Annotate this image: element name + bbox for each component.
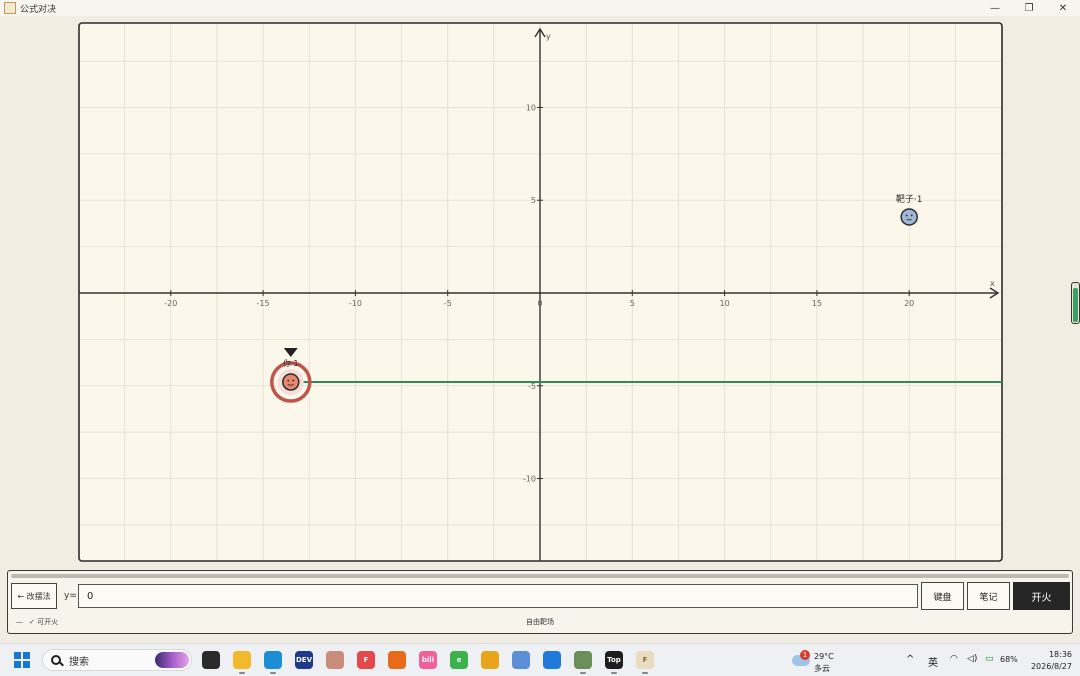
dev-home-icon[interactable]: DEV [295, 651, 313, 669]
bilibili-icon[interactable]: bili [419, 651, 437, 669]
mode-label: 自由靶场 [526, 618, 554, 626]
volume-icon[interactable]: ◁) [967, 654, 977, 664]
fire-button[interactable]: 开火 [1013, 582, 1070, 610]
coordinate-plane[interactable]: x y -20 -15 -10 -5 0 5 10 15 20 -10 -5 5 10 你·1 靶子·1 [0, 16, 1080, 568]
x-tick-label: -20 [164, 299, 177, 308]
weather-widget[interactable]: 1 29°C 多云 [792, 649, 852, 673]
battery-percent: 68% [1000, 655, 1018, 664]
avatar-app-icon[interactable] [326, 651, 344, 669]
target-eye-right [910, 214, 913, 217]
close-button[interactable]: ✕ [1046, 0, 1080, 16]
clock-time: 18:36 [1048, 650, 1072, 659]
weather-badge: 1 [800, 650, 810, 660]
app-running-indicator [580, 672, 586, 674]
game-area: x y -20 -15 -10 -5 0 5 10 15 20 -10 -5 5 10 你·1 靶子·1 [0, 16, 1080, 568]
target-eye-left [905, 214, 908, 217]
app-running-indicator [239, 672, 245, 674]
file-explorer-icon[interactable] [233, 651, 251, 669]
minimize-button[interactable]: — [978, 0, 1012, 16]
energy-gauge-fill [1073, 288, 1078, 322]
weather-temp: 29°C [814, 652, 834, 661]
taskbar: 搜索 DEV Fbili e Top F 1 29°C 多云 ^ 英 ◠ ◁) ▭ 68… [0, 643, 1080, 676]
app-running-indicator [611, 672, 617, 674]
gear-app-icon[interactable] [512, 651, 530, 669]
top-app-icon[interactable]: Top [605, 651, 623, 669]
photo-app-icon[interactable] [574, 651, 592, 669]
panel-progress-track [11, 574, 1069, 578]
target-face-icon [900, 208, 918, 226]
y-tick-label: -5 [528, 382, 536, 391]
tray-chevron-icon[interactable]: ^ [906, 654, 914, 665]
player-label: 你·1 [283, 358, 299, 368]
app-running-indicator [642, 672, 648, 674]
y-tick-label: 10 [526, 103, 536, 112]
x-tick-label: 20 [904, 299, 914, 308]
wifi-icon[interactable]: ◠ [950, 654, 958, 664]
windows-start-icon[interactable] [14, 652, 30, 668]
player-eye-right [292, 379, 295, 382]
clock[interactable]: 18:36 2026/8/27 [1028, 649, 1072, 673]
notes-button[interactable]: 笔记 [967, 582, 1010, 610]
search-icon [51, 655, 61, 665]
energy-gauge [1071, 282, 1080, 324]
y-tick-label: -10 [523, 475, 536, 484]
x-tick-label: 0 [537, 299, 542, 308]
green-app-icon[interactable]: e [450, 651, 468, 669]
y-tick-label: 5 [531, 196, 536, 205]
task-view-icon[interactable] [202, 651, 220, 669]
taskbar-search[interactable]: 搜索 [42, 649, 192, 671]
target-label: 靶子·1 [896, 193, 923, 205]
change-mode-button[interactable]: ← 改摆法 [11, 583, 57, 609]
edge-icon[interactable] [264, 651, 282, 669]
vscode-icon[interactable] [543, 651, 561, 669]
x-tick-label: -15 [257, 299, 270, 308]
window-controls: — ❐ ✕ [978, 0, 1080, 16]
search-placeholder: 搜索 [69, 656, 89, 668]
equation-prefix: y= [64, 591, 77, 601]
weather-condition: 多云 [814, 664, 830, 673]
x-tick-label: 5 [630, 299, 635, 308]
x-tick-label: 15 [812, 299, 822, 308]
keyboard-button[interactable]: 键盘 [921, 582, 964, 610]
x-tick-label: 10 [720, 299, 730, 308]
note-app-icon[interactable] [481, 651, 499, 669]
control-panel: ← 改摆法 y= 键盘 笔记 开火 — ✓ 可开火 自由靶场 [7, 570, 1073, 634]
formula-duel-app-icon[interactable]: F [636, 651, 654, 669]
orange-app-icon[interactable] [388, 651, 406, 669]
y-axis-label: y [546, 32, 551, 41]
x-tick-label: -10 [349, 299, 362, 308]
x-axis-label: x [990, 279, 995, 288]
x-tick-label: -5 [444, 299, 452, 308]
search-highlight-art [155, 652, 189, 668]
feishu-icon[interactable]: F [357, 651, 375, 669]
clock-date: 2026/8/27 [1030, 662, 1072, 671]
ime-indicator[interactable]: 英 [928, 654, 938, 669]
app-logo-icon [4, 2, 16, 14]
battery-icon[interactable]: ▭ [985, 654, 994, 664]
app-running-indicator [270, 672, 276, 674]
restore-button[interactable]: ❐ [1012, 0, 1046, 16]
player-face-icon [282, 373, 300, 391]
player-eye-left [287, 379, 290, 382]
window-title: 公式对决 [20, 4, 57, 15]
title-bar: 公式对决 — ❐ ✕ [0, 0, 1080, 16]
equation-input[interactable] [78, 584, 918, 608]
